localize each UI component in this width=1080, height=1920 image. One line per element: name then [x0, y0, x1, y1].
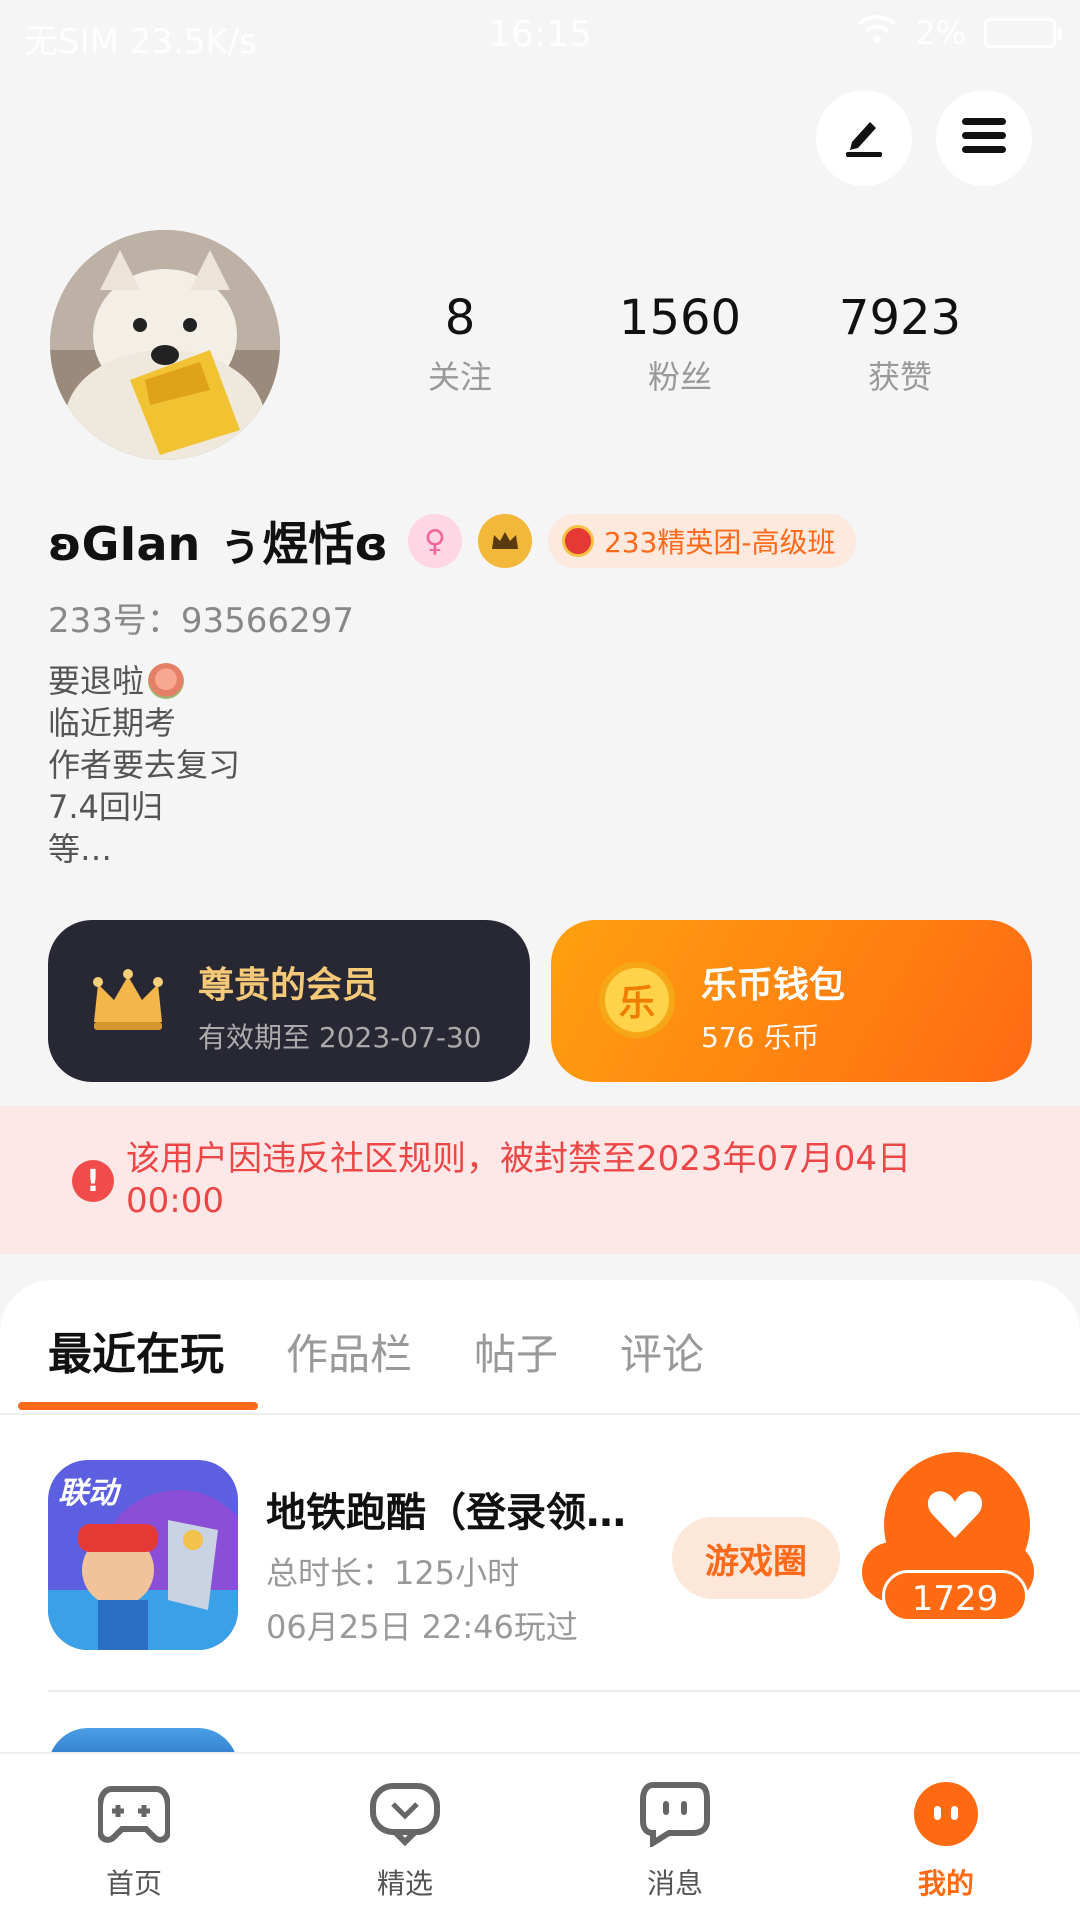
emblem-icon: [561, 525, 594, 557]
game-circle-button[interactable]: 游戏圈: [672, 1517, 840, 1599]
user-id[interactable]: 233号：93566297: [48, 593, 354, 642]
play-duration: 总时长：125小时: [266, 1554, 520, 1592]
like-button[interactable]: 1729: [862, 1452, 1034, 1642]
divider: [48, 1690, 1080, 1692]
heart-icon: [926, 1488, 984, 1544]
tab-recently-played[interactable]: 最近在玩: [48, 1318, 224, 1382]
nav-featured[interactable]: 精选: [335, 1774, 475, 1902]
game-title: 地铁跑酷（登录领…: [266, 1490, 626, 1536]
profile-stats: 8 关注 1560 粉丝 7923 获赞: [350, 290, 1010, 398]
hamburger-icon: [960, 114, 1008, 162]
bio-line: 7.4回归: [48, 788, 163, 826]
battery-percent: 2%: [915, 14, 966, 52]
nav-me[interactable]: 我的: [876, 1774, 1016, 1902]
fans-count: 1560: [618, 290, 742, 346]
coin-wallet-card[interactable]: 乐 乐币钱包 576 乐币: [551, 920, 1032, 1082]
nav-home[interactable]: 首页: [64, 1774, 204, 1902]
group-tag[interactable]: 233精英团-高级班: [547, 514, 856, 568]
message-icon: [635, 1774, 715, 1854]
nav-label: 我的: [917, 1867, 974, 1900]
stat-likes[interactable]: 7923 获赞: [790, 290, 1010, 398]
list-item[interactable]: 联动 地铁跑酷（登录领… 总时长：125小时 06月25日 22:46玩过 游戏…: [0, 1440, 1080, 1660]
likes-count: 7923: [838, 290, 962, 346]
game-icon[interactable]: 联动: [48, 1460, 238, 1650]
bio-line: 临近期考: [48, 704, 177, 742]
fans-label: 粉丝: [647, 358, 712, 396]
nav-label: 消息: [646, 1867, 703, 1900]
vip-membership-card[interactable]: 尊贵的会员 有效期至 2023-07-30: [48, 920, 530, 1082]
group-tag-label: 233精英团-高级班: [603, 526, 836, 559]
stat-fans[interactable]: 1560 粉丝: [570, 290, 790, 398]
coin-icon: 乐: [599, 962, 675, 1038]
gender-female-icon: ♀: [407, 514, 462, 568]
bio-line: 要退啦: [48, 662, 145, 700]
tab-posts[interactable]: 帖子: [474, 1321, 558, 1382]
following-label: 关注: [427, 358, 492, 396]
wifi-icon: [857, 14, 897, 52]
heart-chat-icon: [365, 1774, 445, 1854]
tab-works[interactable]: 作品栏: [286, 1321, 412, 1382]
vip-crown-icon: [88, 966, 168, 1040]
wallet-title: 乐币钱包: [701, 965, 846, 1006]
menu-button[interactable]: [936, 90, 1032, 186]
likes-label: 获赞: [867, 358, 932, 396]
username: ʚGIan ぅ煜恬ɞ: [48, 517, 388, 571]
divider: [0, 1413, 1080, 1415]
nav-label: 首页: [105, 1867, 162, 1900]
game-icon-badge: 联动: [58, 1476, 118, 1511]
nav-messages[interactable]: 消息: [605, 1774, 745, 1902]
last-played: 06月25日 22:46玩过: [266, 1608, 578, 1646]
bottom-nav: 首页 精选 消息 我的: [0, 1752, 1080, 1920]
avatar[interactable]: [50, 230, 280, 460]
wallet-balance: 576 乐币: [701, 1021, 820, 1054]
nav-label: 精选: [376, 1867, 433, 1900]
bio-line: 作者要去复习: [48, 746, 241, 784]
crown-badge-icon[interactable]: [477, 514, 532, 568]
rose-emoji-icon: [148, 663, 185, 699]
name-row: ʚGIan ぅ煜恬ɞ ♀ 233精英团-高级班: [48, 510, 856, 572]
pen-icon: [840, 112, 888, 164]
vip-expiry: 有效期至 2023-07-30: [198, 1021, 482, 1054]
following-count: 8: [444, 290, 476, 346]
active-tab-indicator: [18, 1402, 258, 1410]
ban-notice-text: 该用户因违反社区规则，被封禁至2023年07月04日 00:00: [126, 1139, 912, 1221]
status-bar: 无SIM 23.5K/s 16:15 2%: [0, 0, 1080, 78]
vip-title: 尊贵的会员: [198, 965, 379, 1006]
profile-face-icon: [906, 1774, 986, 1854]
profile-tabs: 最近在玩 作品栏 帖子 评论: [48, 1318, 766, 1382]
like-count: 1729: [882, 1570, 1028, 1622]
gamepad-icon: [94, 1774, 174, 1854]
edit-profile-button[interactable]: [816, 90, 912, 186]
warning-icon: !: [72, 1160, 114, 1202]
bio-line: 等…: [48, 830, 113, 868]
bio: 要退啦 临近期考 作者要去复习 7.4回归 等…: [48, 660, 240, 870]
stat-following[interactable]: 8 关注: [350, 290, 570, 398]
battery-icon: [984, 18, 1062, 48]
tab-comments[interactable]: 评论: [620, 1321, 704, 1382]
status-icons: 2%: [857, 14, 1062, 52]
